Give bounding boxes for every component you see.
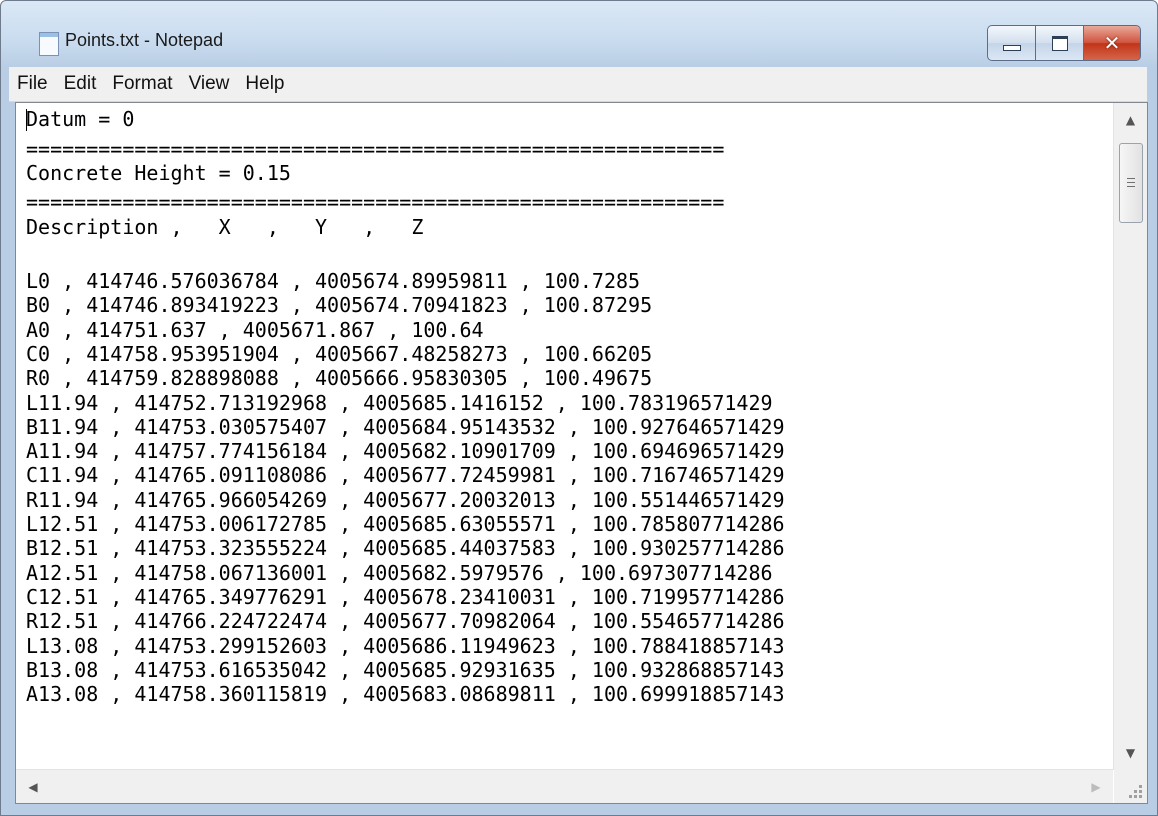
text-line: A11.94 , 414757.774156184 , 4005682.1090… — [26, 439, 785, 464]
minimize-button[interactable] — [987, 25, 1036, 61]
menu-bar: File Edit Format View Help — [9, 67, 1147, 102]
text-line: R12.51 , 414766.224722474 , 4005677.7098… — [26, 609, 785, 634]
text-line: R11.94 , 414765.966054269 , 4005677.2003… — [26, 487, 785, 512]
minimize-icon — [1002, 45, 1021, 51]
menu-edit[interactable]: Edit — [56, 73, 105, 95]
grip-icon — [1127, 186, 1135, 187]
notepad-window: Points.txt - Notepad ✕ File Edit Format … — [0, 0, 1158, 816]
text-line: Datum = 0 — [26, 107, 135, 131]
vertical-scroll-thumb[interactable] — [1119, 143, 1143, 223]
text-line: B12.51 , 414753.323555224 , 4005685.4403… — [26, 536, 785, 561]
resize-grip-icon[interactable] — [1114, 770, 1147, 803]
text-line: B11.94 , 414753.030575407 , 4005684.9514… — [26, 414, 785, 439]
scroll-down-arrow-icon[interactable]: ▼ — [1114, 736, 1147, 770]
menu-view[interactable]: View — [181, 73, 238, 95]
text-area[interactable]: Datum = 0 ===============================… — [16, 103, 1113, 770]
grip-icon — [1127, 178, 1135, 179]
scroll-left-arrow-icon[interactable]: ◀ — [16, 770, 50, 803]
text-line: Description , X , Y , Z — [26, 215, 424, 239]
text-editor[interactable]: Datum = 0 ===============================… — [15, 102, 1148, 804]
text-line: Concrete Height = 0.15 — [26, 161, 291, 185]
menu-file[interactable]: File — [9, 73, 56, 95]
notepad-icon[interactable] — [39, 32, 59, 56]
text-line: L0 , 414746.576036784 , 4005674.89959811… — [26, 269, 641, 293]
text-line: A13.08 , 414758.360115819 , 4005683.0868… — [26, 682, 785, 707]
maximize-icon — [1051, 35, 1068, 51]
close-icon: ✕ — [1103, 31, 1121, 55]
text-line: A12.51 , 414758.067136001 , 4005682.5979… — [26, 560, 773, 585]
scroll-right-arrow-icon[interactable]: ▶ — [1079, 770, 1113, 803]
text-line: L12.51 , 414753.006172785 , 4005685.6305… — [26, 512, 785, 536]
maximize-button[interactable] — [1036, 25, 1084, 61]
text-line: B13.08 , 414753.616535042 , 4005685.9293… — [26, 657, 785, 682]
text-line: B0 , 414746.893419223 , 4005674.70941823… — [26, 293, 653, 318]
vertical-scrollbar[interactable]: ▲ ▼ — [1113, 103, 1147, 770]
text-line: C12.51 , 414765.349776291 , 4005678.2341… — [26, 584, 785, 609]
window-title: Points.txt - Notepad — [65, 30, 224, 50]
title-bar[interactable]: Points.txt - Notepad ✕ — [1, 1, 1157, 67]
caption-buttons: ✕ — [987, 25, 1141, 61]
menu-help[interactable]: Help — [237, 73, 292, 95]
text-line: R0 , 414759.828898088 , 4005666.95830305… — [26, 366, 653, 391]
close-button[interactable]: ✕ — [1084, 25, 1141, 61]
text-line: C11.94 , 414765.091108086 , 4005677.7245… — [26, 463, 785, 488]
text-line: C0 , 414758.953951904 , 4005667.48258273… — [26, 341, 653, 366]
scroll-up-arrow-icon[interactable]: ▲ — [1114, 103, 1147, 137]
horizontal-scrollbar[interactable]: ◀ ▶ — [16, 769, 1113, 803]
menu-format[interactable]: Format — [104, 73, 180, 95]
text-line: A0 , 414751.637 , 4005671.867 , 100.64 — [26, 317, 484, 342]
text-line: L13.08 , 414753.299152603 , 4005686.1194… — [26, 633, 785, 658]
text-line: L11.94 , 414752.713192968 , 4005685.1416… — [26, 390, 773, 415]
grip-icon — [1127, 182, 1135, 183]
